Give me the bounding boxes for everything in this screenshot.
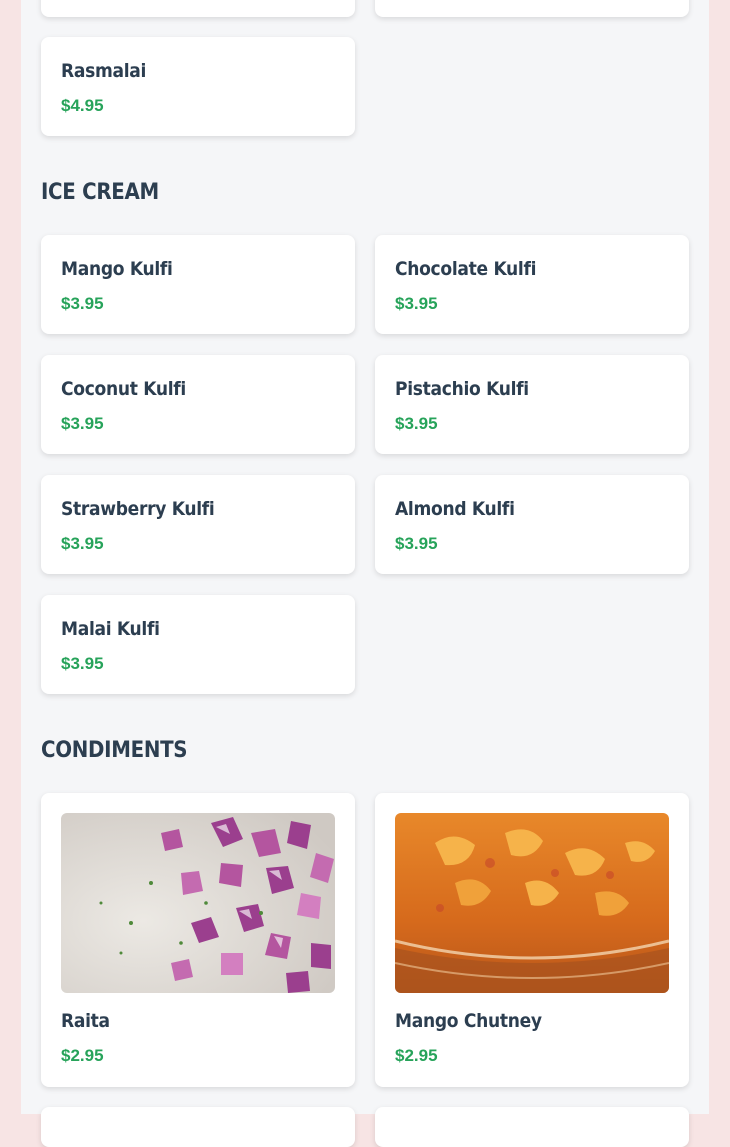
menu-item-card[interactable]: Rasmalai $4.95 xyxy=(41,37,355,136)
menu-item-card[interactable]: Malai Kulfi $3.95 xyxy=(41,595,355,694)
menu-item-card[interactable]: Strawberry Kulfi $3.95 xyxy=(41,475,355,574)
menu-item-name: Coconut Kulfi xyxy=(61,378,186,400)
menu-item-card[interactable]: Pistachio Kulfi $3.95 xyxy=(375,355,689,454)
menu-item-price: $3.95 xyxy=(395,414,438,433)
menu-item-price: $3.95 xyxy=(61,294,104,313)
menu-item-card[interactable] xyxy=(375,1107,689,1147)
menu-item-card[interactable]: Chocolate Kulfi $3.95 xyxy=(375,235,689,334)
menu-item-name: Almond Kulfi xyxy=(395,498,515,520)
menu-item-card[interactable] xyxy=(41,0,355,17)
menu-item-price: $4.95 xyxy=(61,96,104,115)
menu-content: Rasmalai $4.95 ICE CREAM Mango Kulfi $3.… xyxy=(21,0,709,1147)
menu-item-name: Pistachio Kulfi xyxy=(395,378,529,400)
menu-item-name: Rasmalai xyxy=(61,60,147,82)
section-title-condiments: CONDIMENTS xyxy=(41,738,188,763)
menu-item-price: $3.95 xyxy=(395,534,438,553)
menu-item-name: Raita xyxy=(61,1010,110,1032)
menu-item-price: $3.95 xyxy=(61,534,104,553)
raita-photo xyxy=(61,813,335,993)
menu-item-price: $2.95 xyxy=(395,1046,438,1065)
menu-item-card[interactable] xyxy=(41,1107,355,1147)
menu-item-name: Mango Chutney xyxy=(395,1010,542,1032)
mango-chutney-photo xyxy=(395,813,669,993)
menu-item-price: $3.95 xyxy=(61,654,104,673)
menu-item-name: Malai Kulfi xyxy=(61,618,160,640)
menu-item-card[interactable]: Raita $2.95 xyxy=(41,793,355,1087)
section-title-ice-cream: ICE CREAM xyxy=(41,180,159,205)
menu-item-name: Chocolate Kulfi xyxy=(395,258,537,280)
menu-item-price: $3.95 xyxy=(61,414,104,433)
menu-item-card[interactable]: Mango Kulfi $3.95 xyxy=(41,235,355,334)
menu-item-card[interactable]: Coconut Kulfi $3.95 xyxy=(41,355,355,454)
menu-item-name: Strawberry Kulfi xyxy=(61,498,215,520)
menu-item-name: Mango Kulfi xyxy=(61,258,173,280)
menu-item-card[interactable]: Mango Chutney $2.95 xyxy=(375,793,689,1087)
menu-item-card[interactable] xyxy=(375,0,689,17)
menu-item-card[interactable]: Almond Kulfi $3.95 xyxy=(375,475,689,574)
menu-item-price: $2.95 xyxy=(61,1046,104,1065)
menu-item-price: $3.95 xyxy=(395,294,438,313)
